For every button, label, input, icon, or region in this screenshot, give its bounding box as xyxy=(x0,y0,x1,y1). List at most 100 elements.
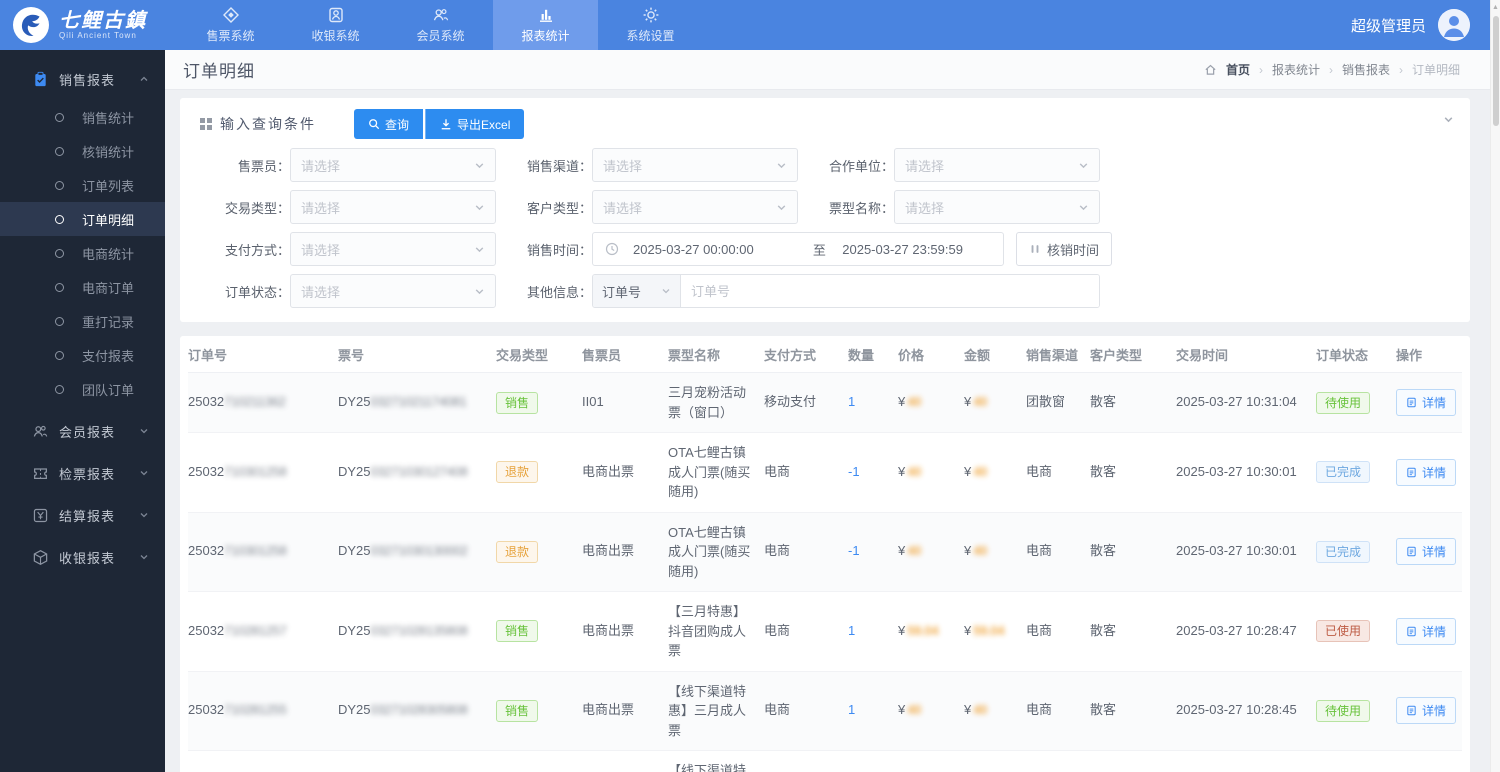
quantity-cell: 1 xyxy=(848,702,856,718)
customer-type-select[interactable]: 请选择 xyxy=(592,190,798,224)
sidebar-item-1-3[interactable]: 订单列表 xyxy=(0,168,165,202)
filter-row-4: 订单状态 请选择 其他信息 订单号 xyxy=(194,274,1456,308)
sale-time-range-picker[interactable]: 2025-03-27 00:00:00 至 2025-03-27 23:59:5… xyxy=(592,232,1004,266)
sidebar-item-label: 电商订单 xyxy=(82,280,135,296)
sidebar-item-1-8[interactable]: 支付报表 xyxy=(0,338,165,372)
user-avatar[interactable] xyxy=(1438,9,1470,41)
detail-button[interactable]: 详情 xyxy=(1396,617,1457,645)
content-area: 输入查询条件 查询 导出Excel 售票员 请选择 销售渠道 xyxy=(165,90,1490,772)
verify-time-button[interactable]: 核销时间 xyxy=(1016,232,1113,266)
trade-type-cell: 退款 xyxy=(496,540,582,563)
table-row: 25032710301258 DY2503271030127408 退款 电商出票 OT… xyxy=(188,433,1462,513)
order-no-cell: 25032710211362 xyxy=(188,394,286,410)
cashier-icon xyxy=(327,6,345,24)
breadcrumb-home[interactable]: 首页 xyxy=(1226,61,1250,78)
select-placeholder: 请选择 xyxy=(301,242,341,258)
breadcrumb-separator: › xyxy=(1258,62,1263,77)
trade-time-cell: 2025-03-27 10:31:04 xyxy=(1176,394,1297,410)
nav-item-2[interactable]: 收银系统 xyxy=(283,0,388,50)
sidebar-item-label: 支付报表 xyxy=(82,348,135,364)
switch-icon xyxy=(1029,243,1041,255)
select-placeholder: 请选择 xyxy=(603,158,643,174)
pay-method-cell: 电商 xyxy=(764,543,791,559)
sidebar-item-1-2[interactable]: 核销统计 xyxy=(0,134,165,168)
export-excel-label: 导出Excel xyxy=(457,117,511,132)
detail-button[interactable]: 详情 xyxy=(1396,458,1457,486)
column-header: 金额 xyxy=(964,347,991,363)
grid-icon xyxy=(200,118,212,130)
detail-button[interactable]: 详情 xyxy=(1396,389,1457,416)
column-header: 票型名称 xyxy=(668,347,721,363)
sidebar-item-1-5[interactable]: 电商统计 xyxy=(0,236,165,270)
sidebar-item-1-7[interactable]: 重打记录 xyxy=(0,304,165,338)
sidebar-group-2[interactable]: 会员报表 xyxy=(0,410,165,452)
amount-cell: ¥40 xyxy=(964,702,988,718)
other-info-input[interactable] xyxy=(681,275,1099,307)
scrollbar-thumb[interactable] xyxy=(1493,16,1499,126)
sidebar-item-1-6[interactable]: 电商订单 xyxy=(0,270,165,304)
app-logo: 七鲤古鎮 Qili Ancient Town xyxy=(0,0,178,50)
chevron-down-icon xyxy=(1078,202,1089,213)
scrollbar-up-arrow[interactable]: ▲ xyxy=(1491,0,1500,11)
nav-item-3[interactable]: 会员系统 xyxy=(388,0,493,50)
channel-cell: 电商 xyxy=(1026,622,1053,638)
page-scrollbar[interactable]: ▲ xyxy=(1490,0,1500,772)
ticket-no-cell: DY2503271030127408 xyxy=(338,463,468,479)
sale-time-end[interactable]: 2025-03-27 23:59:59 xyxy=(842,242,991,257)
select-placeholder: 请选择 xyxy=(301,284,341,300)
amount-cell: ¥40 xyxy=(964,463,988,479)
collapse-panel-icon[interactable] xyxy=(1443,114,1454,125)
circle-icon xyxy=(55,146,64,156)
detail-button[interactable]: 详情 xyxy=(1396,538,1457,566)
clock-icon xyxy=(605,242,619,256)
sidebar-item-1-1[interactable]: 销售统计 xyxy=(0,100,165,134)
breadcrumb-sales-report[interactable]: 销售报表 xyxy=(1342,61,1390,78)
sidebar-group-5[interactable]: 收银报表 xyxy=(0,536,165,578)
nav-item-5[interactable]: 系统设置 xyxy=(598,0,703,50)
chevron-down-icon xyxy=(139,510,149,520)
pay-method-select[interactable]: 请选择 xyxy=(290,232,496,266)
breadcrumb-report-stats[interactable]: 报表统计 xyxy=(1272,61,1320,78)
chevron-down-icon xyxy=(139,426,149,436)
quantity-cell: 1 xyxy=(848,394,856,410)
sales-channel-select[interactable]: 请选择 xyxy=(592,148,798,182)
seller-select[interactable]: 请选择 xyxy=(290,148,496,182)
search-button[interactable]: 查询 xyxy=(354,109,424,139)
sidebar-group-label: 结算报表 xyxy=(59,508,116,524)
status-cell: 已完成 xyxy=(1316,540,1396,563)
ticket-name-select[interactable]: 请选择 xyxy=(894,190,1100,224)
sidebar-group-4[interactable]: 结算报表 xyxy=(0,494,165,536)
nav-item-1[interactable]: 售票系统 xyxy=(178,0,283,50)
sidebar-item-1-9[interactable]: 团队订单 xyxy=(0,372,165,406)
document-icon xyxy=(1406,467,1417,478)
nav-item-4[interactable]: 报表统计 xyxy=(493,0,598,50)
sale-time-start[interactable]: 2025-03-27 00:00:00 xyxy=(633,242,797,257)
price-cell: ¥40 xyxy=(898,702,922,718)
partner-select[interactable]: 请选择 xyxy=(894,148,1100,182)
trade-type-select[interactable]: 请选择 xyxy=(290,190,496,224)
ticket-no-cell: DY2503271021174081 xyxy=(338,394,467,410)
detail-button-label: 详情 xyxy=(1422,704,1447,719)
channel-cell: 电商 xyxy=(1026,463,1053,479)
order-status-badge: 待使用 xyxy=(1316,699,1371,722)
seller-cell: 电商出票 xyxy=(582,622,635,638)
order-status-label: 订单状态 xyxy=(194,282,290,301)
ticket-name-cell: 【三月特惠】抖音团购成人票 xyxy=(668,604,747,658)
trade-type-cell: 销售 xyxy=(496,391,582,414)
sidebar-item-label: 订单列表 xyxy=(82,178,135,194)
sidebar-group-3[interactable]: 检票报表 xyxy=(0,452,165,494)
nav-item-label: 系统设置 xyxy=(626,29,675,43)
sidebar-group-label: 收银报表 xyxy=(59,550,116,566)
table-header-row: 订单号 票号 交易类型 售票员 票型名称 支付方式 数量 价格 金额 销售渠道 客户类型 交易时间 订单… xyxy=(188,336,1462,373)
order-no-cell: 25032710301258 xyxy=(188,463,287,479)
trade-type-badge: 销售 xyxy=(496,620,539,643)
order-status-select[interactable]: 请选择 xyxy=(290,274,496,308)
export-excel-button[interactable]: 导出Excel xyxy=(425,109,525,139)
customer-type-cell: 散客 xyxy=(1090,463,1117,479)
quantity-cell: 1 xyxy=(848,622,856,638)
sidebar-group-1[interactable]: 销售报表 xyxy=(0,58,165,100)
other-info-field-selector[interactable]: 订单号 xyxy=(593,275,681,307)
sidebar-item-1-4[interactable]: 订单明细 xyxy=(0,202,165,236)
select-placeholder: 请选择 xyxy=(905,200,945,216)
detail-button[interactable]: 详情 xyxy=(1396,697,1457,725)
